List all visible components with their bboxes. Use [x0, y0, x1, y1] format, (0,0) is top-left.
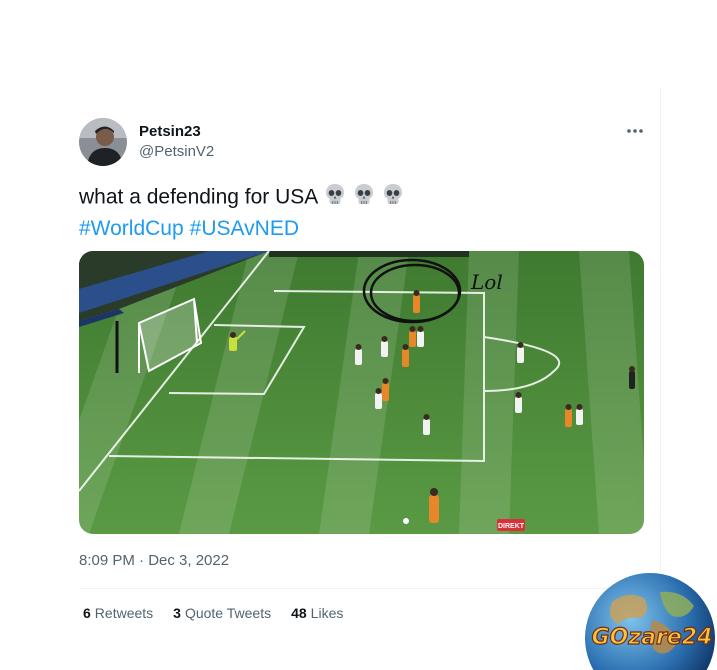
- tweet-timestamp[interactable]: 8:09 PM · Dec 3, 2022: [79, 552, 229, 569]
- quote-tweets-stat[interactable]: 3 Quote Tweets: [173, 605, 271, 621]
- retweets-stat[interactable]: 6 Retweets: [83, 605, 153, 621]
- annotation-text: Lol: [470, 270, 503, 294]
- likes-label: Likes: [310, 605, 344, 621]
- more-horizontal-icon: [627, 129, 643, 133]
- quote-tweets-label: Quote Tweets: [184, 605, 272, 621]
- hashtag-link[interactable]: #USAvNED: [190, 217, 299, 240]
- likes-count: 48: [291, 605, 307, 621]
- watermark-text: GOzare24: [592, 625, 713, 650]
- card-border: [660, 88, 661, 588]
- skull-emoji-icon: [381, 182, 405, 214]
- divider: [79, 588, 644, 589]
- tweet-body: what a defending for USA: [79, 185, 319, 209]
- skull-emoji-icon: [352, 182, 376, 214]
- engagement-stats: 6 Retweets 3 Quote Tweets 48 Likes: [83, 605, 343, 621]
- broadcast-badge: DIREKT: [498, 523, 525, 530]
- tweet-text: what a defending for USA #WorldCup #USAvN…: [79, 182, 405, 243]
- watermark-logo: GOzare24: [582, 572, 717, 670]
- hashtag-link[interactable]: #WorldCup: [79, 217, 184, 240]
- author-handle[interactable]: @PetsinV2: [139, 143, 214, 160]
- match-broadcast-image: Lol DIREKT: [79, 251, 644, 534]
- more-options-button[interactable]: [620, 120, 650, 142]
- retweets-count: 6: [83, 605, 91, 621]
- likes-stat[interactable]: 48 Likes: [291, 605, 343, 621]
- skull-emoji-icon: [323, 182, 347, 214]
- tweet-media-image[interactable]: Lol DIREKT: [79, 251, 644, 534]
- retweets-label: Retweets: [94, 605, 154, 621]
- avatar-image: [79, 118, 127, 166]
- author-avatar[interactable]: [79, 118, 127, 166]
- quote-tweets-count: 3: [173, 605, 181, 621]
- author-display-name[interactable]: Petsin23: [139, 123, 201, 140]
